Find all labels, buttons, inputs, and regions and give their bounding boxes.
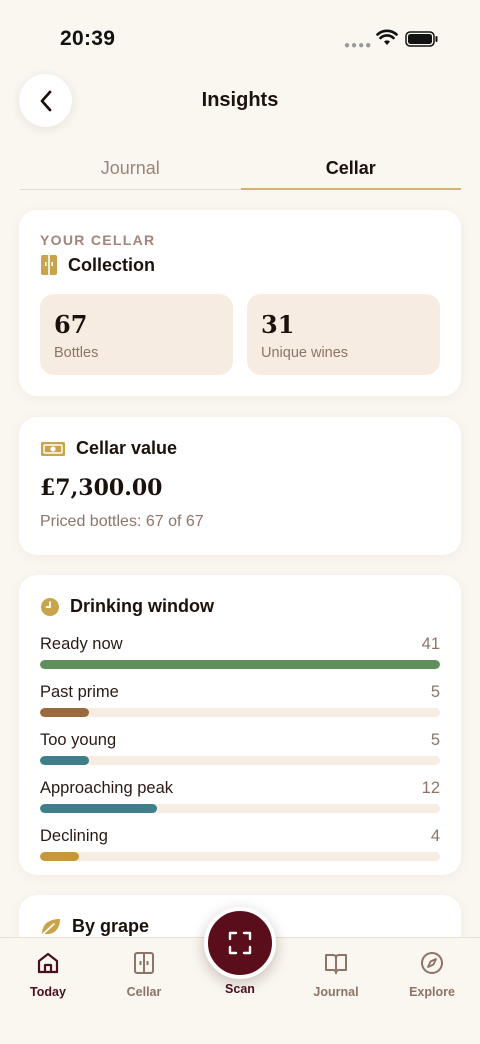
drinking-window-count: 5 — [430, 731, 440, 749]
cellar-value-title: Cellar value — [76, 438, 178, 458]
cellar-value-header: Cellar value — [40, 438, 440, 459]
priced-bottles-text: Priced bottles: 67 of 67 — [40, 513, 204, 530]
drinking-window-label: Past prime — [40, 683, 119, 701]
banknote-icon — [41, 441, 65, 456]
drinking-window-list: Ready now 41 Past prime 5 Too young 5 Approach… — [40, 635, 440, 861]
drinking-window-bar-track — [40, 852, 440, 861]
signal-icon: ●●●● — [344, 40, 373, 51]
drinking-window-card: Drinking window Ready now 41 Past prime 5 To… — [19, 575, 461, 875]
stat-unique-wines-label: Unique wines — [261, 345, 349, 361]
drinking-window-count: 41 — [421, 635, 440, 653]
drinking-window-row: Approaching peak 12 — [40, 779, 440, 813]
drinking-window-bar-track — [40, 756, 440, 765]
cellar-value-amount: £7,300.00 — [40, 475, 163, 501]
drinking-window-bar-fill — [40, 708, 89, 717]
scan-icon — [228, 931, 252, 955]
wifi-icon — [376, 29, 398, 45]
drinking-window-bar-fill — [40, 804, 158, 813]
drinking-window-row-header: Declining 4 — [40, 827, 440, 846]
tabbar-journal[interactable]: Journal — [288, 950, 384, 999]
stat-bottles: 67 Bottles — [40, 294, 233, 375]
drinking-window-bar-track — [40, 708, 440, 717]
by-grape-title: By grape — [72, 916, 150, 936]
drinking-window-row: Ready now 41 — [40, 635, 440, 669]
drinking-window-label: Approaching peak — [40, 779, 174, 797]
drinking-window-bar-fill — [40, 756, 89, 765]
stat-bottles-value: 67 — [54, 310, 88, 339]
page-title: Insights — [201, 89, 279, 111]
collection-title: Collection — [68, 254, 156, 275]
tabbar-explore[interactable]: Explore — [384, 950, 480, 999]
drinking-window-row: Declining 4 — [40, 827, 440, 861]
drinking-window-row-header: Ready now 41 — [40, 635, 440, 654]
tabbar-cellar[interactable]: Cellar — [96, 950, 192, 999]
compass-icon — [421, 952, 443, 974]
drinking-window-row-header: Approaching peak 12 — [40, 779, 440, 798]
status-time: 20:39 — [60, 27, 116, 50]
clock-icon — [41, 597, 59, 616]
battery-icon — [405, 31, 438, 47]
leaf-icon — [42, 918, 60, 935]
cellar-cabinet-icon — [41, 255, 57, 275]
status-bar: 20:39 ●●●● — [0, 0, 480, 70]
tabbar-scan-label: Scan — [225, 982, 255, 996]
drinking-window-bar-fill — [40, 660, 440, 669]
tab-cellar[interactable]: Cellar — [240, 148, 461, 190]
drinking-window-header: Drinking window — [40, 596, 440, 617]
drinking-window-bar-fill — [40, 852, 80, 861]
drinking-window-row-header: Past prime 5 — [40, 683, 440, 702]
drinking-window-label: Too young — [40, 731, 117, 749]
drinking-window-row-header: Too young 5 — [40, 731, 440, 750]
cellar-value-card: Cellar value £7,300.00 Priced bottles: 6… — [19, 417, 461, 555]
home-icon — [37, 952, 59, 974]
drinking-window-title: Drinking window — [70, 596, 214, 616]
tabbar-cellar-label: Cellar — [126, 985, 162, 999]
drinking-window-count: 12 — [421, 779, 440, 797]
book-icon — [325, 954, 347, 974]
stat-bottles-label: Bottles — [54, 345, 99, 361]
tab-journal[interactable]: Journal — [20, 148, 241, 189]
stat-unique-wines: 31 Unique wines — [247, 294, 440, 375]
segment-tabs: Journal Cellar — [20, 148, 461, 190]
scan-button[interactable] — [204, 907, 276, 979]
tabbar-explore-label: Explore — [409, 985, 455, 999]
drinking-window-count: 4 — [430, 827, 440, 845]
collection-card: YOUR CELLAR Collection 67 Bottles 31 Uni… — [19, 210, 461, 396]
drinking-window-row: Past prime 5 — [40, 683, 440, 717]
drinking-window-label: Ready now — [40, 635, 123, 653]
drinking-window-bar-track — [40, 804, 440, 813]
tabbar-today-label: Today — [30, 985, 66, 999]
collection-header: Collection — [40, 254, 440, 276]
drinking-window-row: Too young 5 — [40, 731, 440, 765]
tabbar-today[interactable]: Today — [0, 950, 96, 999]
tabbar-journal-label: Journal — [313, 985, 359, 999]
cabinet-icon — [134, 952, 154, 974]
drinking-window-bar-track — [40, 660, 440, 669]
stat-unique-wines-value: 31 — [261, 310, 295, 339]
collection-stats: 67 Bottles 31 Unique wines — [40, 294, 440, 375]
drinking-window-label: Declining — [40, 827, 108, 845]
collection-eyebrow: YOUR CELLAR — [40, 232, 156, 248]
drinking-window-count: 5 — [430, 683, 440, 701]
